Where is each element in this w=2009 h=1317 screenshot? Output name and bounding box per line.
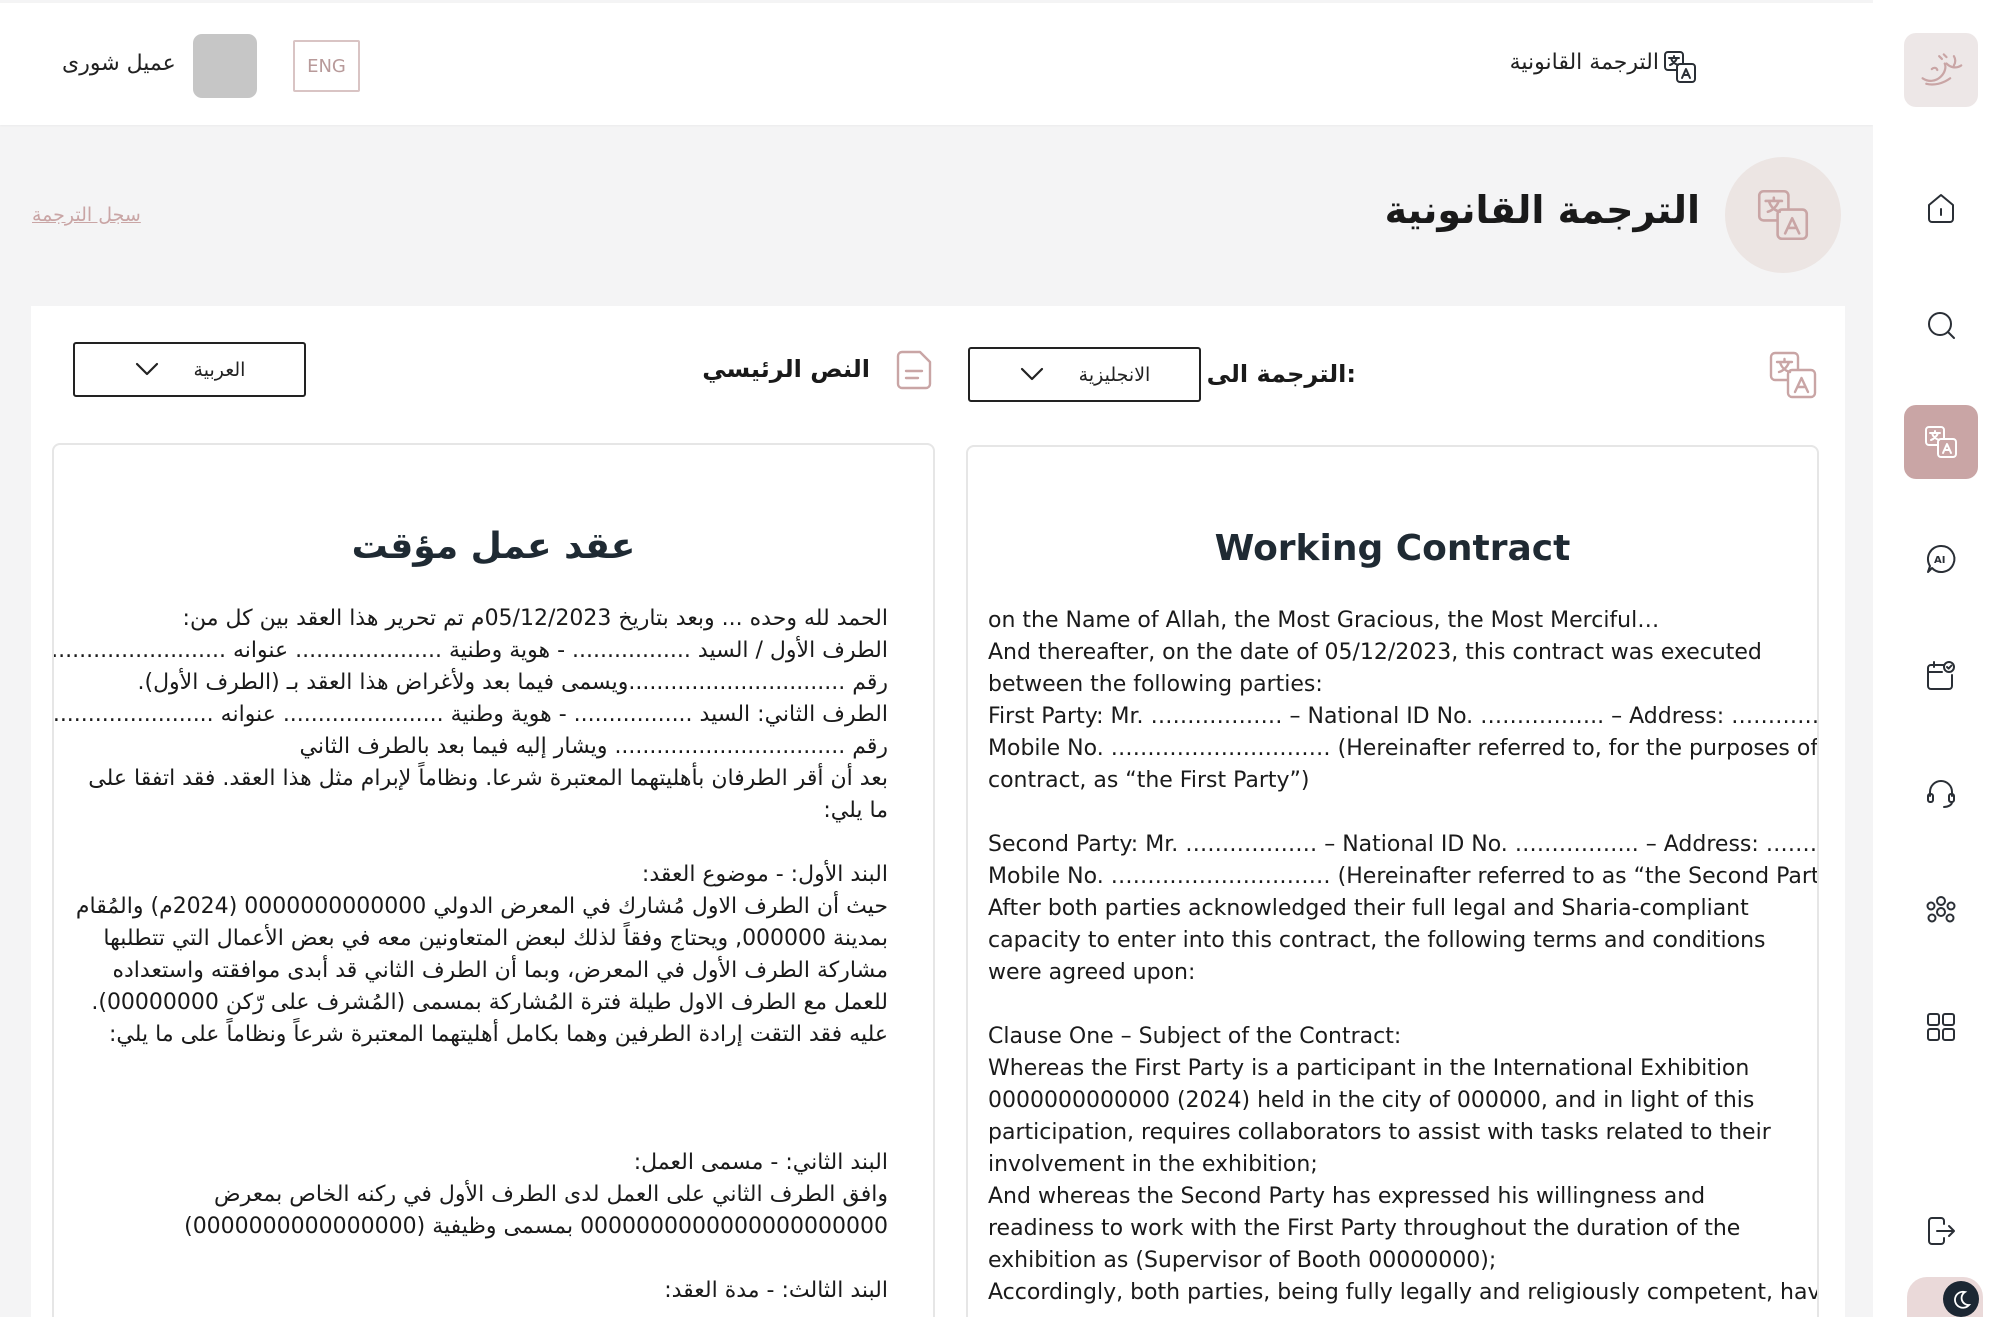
translated-line: And whereas the Second Party has express… bbox=[988, 1184, 1706, 1209]
top-header: عميل شورى ENG الترجمة القانونية bbox=[0, 3, 1873, 125]
source-line: بمدينة 000000, ويحتاج وفقاً لذلك لبعض ال… bbox=[103, 926, 888, 951]
source-line: الطرف الثاني: السيد ................. - … bbox=[52, 702, 888, 727]
translate-icon bbox=[1663, 50, 1697, 84]
header-title: الترجمة القانونية bbox=[1509, 50, 1659, 75]
source-line: عليه فقد التقت إرادة الطرفين وهما بكامل … bbox=[109, 1022, 888, 1047]
theme-toggle[interactable] bbox=[1907, 1277, 1983, 1317]
source-line: البند الثاني: - مسمى العمل: bbox=[633, 1150, 888, 1175]
sidebar-item-translate[interactable] bbox=[1904, 405, 1978, 479]
source-line: للعمل مع الطرف الاول طيلة فترة المُشاركة… bbox=[91, 990, 888, 1015]
source-line: الطرف الأول / السيد ................. - … bbox=[52, 638, 888, 663]
source-heading: عقد عمل مؤقت bbox=[351, 526, 636, 567]
source-line: البند الثالث: - مدة العقد: bbox=[664, 1278, 888, 1303]
translated-line: After both parties acknowledged their fu… bbox=[988, 896, 1749, 921]
source-body: الحمد لله وحده ... وبعد بتاريخ 05/12/202… bbox=[54, 603, 933, 1307]
translated-body: on the Name of Allah, the Most Gracious,… bbox=[968, 605, 1817, 1309]
sidebar-item-home[interactable] bbox=[1904, 171, 1978, 245]
chevron-down-icon bbox=[134, 359, 160, 381]
search-icon bbox=[1928, 312, 1955, 339]
translate-icon bbox=[1768, 350, 1818, 400]
translated-line: capacity to enter into this contract, th… bbox=[988, 928, 1766, 953]
source-line: الحمد لله وحده ... وبعد بتاريخ 05/12/202… bbox=[182, 606, 888, 631]
home-icon bbox=[1928, 194, 1954, 223]
translate-icon bbox=[1757, 189, 1809, 241]
source-text-panel[interactable]: عقد عمل مؤقت الحمد لله وحده ... وبعد بتا… bbox=[52, 443, 935, 1317]
language-toggle-button[interactable]: ENG bbox=[293, 40, 360, 92]
page-title-icon bbox=[1725, 157, 1841, 273]
document-icon bbox=[894, 349, 934, 391]
translated-line: Mobile No. ………………………… (Hereinafter refer… bbox=[988, 864, 1819, 889]
source-line: 0000000000000000000000 بمسمى وظيفية (000… bbox=[184, 1214, 888, 1239]
source-line: رقم ................................. وي… bbox=[299, 734, 888, 759]
source-line: البند الأول: - موضوع العقد: bbox=[641, 862, 888, 887]
sidebar-item-logout[interactable] bbox=[1904, 1194, 1978, 1268]
source-language-value: العربية bbox=[193, 358, 246, 381]
translated-line: contract, as “the First Party”) bbox=[988, 768, 1310, 793]
translated-line: between the following parties: bbox=[988, 672, 1323, 697]
people-icon bbox=[1926, 896, 1956, 923]
chevron-down-icon bbox=[1019, 364, 1045, 386]
target-language-value: الانجليزية bbox=[1078, 363, 1151, 386]
source-line: حيث أن الطرف الاول مُشارك في المعرض الدو… bbox=[75, 894, 888, 919]
sidebar-item-ai-chat[interactable]: AI bbox=[1904, 522, 1978, 596]
translated-line: readiness to work with the First Party t… bbox=[988, 1216, 1741, 1241]
translated-line: First Party: Mr. ……………… – National ID No… bbox=[988, 704, 1819, 729]
source-line: وافق الطرف الثاني على العمل لدى الطرف ال… bbox=[214, 1182, 888, 1207]
source-line: مشاركة الطرف الأول في المعرض، وبما أن ال… bbox=[112, 958, 888, 983]
avatar[interactable] bbox=[193, 34, 257, 98]
sidebar-item-support[interactable] bbox=[1904, 756, 1978, 830]
translated-line: And thereafter, on the date of 05/12/202… bbox=[988, 640, 1762, 665]
source-text-label: النص الرئيسي bbox=[702, 355, 870, 383]
svg-text:AI: AI bbox=[1934, 555, 1945, 566]
translated-line: involvement in the exhibition; bbox=[988, 1152, 1318, 1177]
sidebar-item-community[interactable] bbox=[1904, 873, 1978, 947]
translated-heading: Working Contract bbox=[1214, 528, 1571, 569]
source-language-select[interactable]: العربية bbox=[73, 342, 306, 397]
logout-icon bbox=[1928, 1217, 1955, 1245]
grid-icon bbox=[1927, 1013, 1955, 1041]
translation-history-link[interactable]: سجل الترجمة bbox=[32, 204, 141, 226]
target-language-select[interactable]: الانجليزية bbox=[968, 347, 1201, 402]
sidebar-item-search[interactable] bbox=[1904, 288, 1978, 362]
ai-chat-icon: AI bbox=[1926, 544, 1956, 573]
translated-line: on the Name of Allah, the Most Gracious,… bbox=[988, 608, 1660, 633]
page-title: الترجمة القانونية bbox=[1384, 188, 1700, 232]
sidebar-item-calendar[interactable] bbox=[1904, 639, 1978, 713]
translated-line: Mobile No. ………………………… (Hereinafter refer… bbox=[988, 736, 1819, 761]
source-line: بعد أن أقر الطرفان بأهليتهما المعتبرة شر… bbox=[88, 766, 888, 791]
translated-line: exhibition as (Supervisor of Booth 00000… bbox=[988, 1248, 1497, 1273]
translated-line: Whereas the First Party is a participant… bbox=[988, 1056, 1750, 1081]
translated-line: Clause One – Subject of the Contract: bbox=[988, 1024, 1402, 1049]
translated-line: Second Party: Mr. ……………… – National ID N… bbox=[988, 832, 1817, 857]
source-line: رقم ...............................ويسمى… bbox=[137, 670, 889, 695]
translated-line: were agreed upon: bbox=[988, 960, 1196, 985]
calendar-check-icon bbox=[1927, 661, 1955, 690]
source-line: ما يلي: bbox=[823, 798, 888, 823]
user-name[interactable]: عميل شورى bbox=[62, 51, 176, 76]
headset-icon bbox=[1927, 780, 1955, 808]
moon-icon bbox=[1943, 1281, 1979, 1317]
sidebar-item-apps[interactable] bbox=[1904, 990, 1978, 1064]
translated-line: 0000000000000 (2024) held in the city of… bbox=[988, 1088, 1755, 1113]
sidebar: AI bbox=[1873, 0, 2009, 1317]
translated-line: participation, requires collaborators to… bbox=[988, 1120, 1771, 1145]
translate-icon bbox=[1925, 426, 1957, 458]
translated-text-panel[interactable]: Working Contract on the Name of Allah, t… bbox=[966, 445, 1819, 1317]
translated-line: Accordingly, both parties, being fully l… bbox=[988, 1280, 1819, 1305]
brand-logo[interactable] bbox=[1904, 33, 1978, 107]
